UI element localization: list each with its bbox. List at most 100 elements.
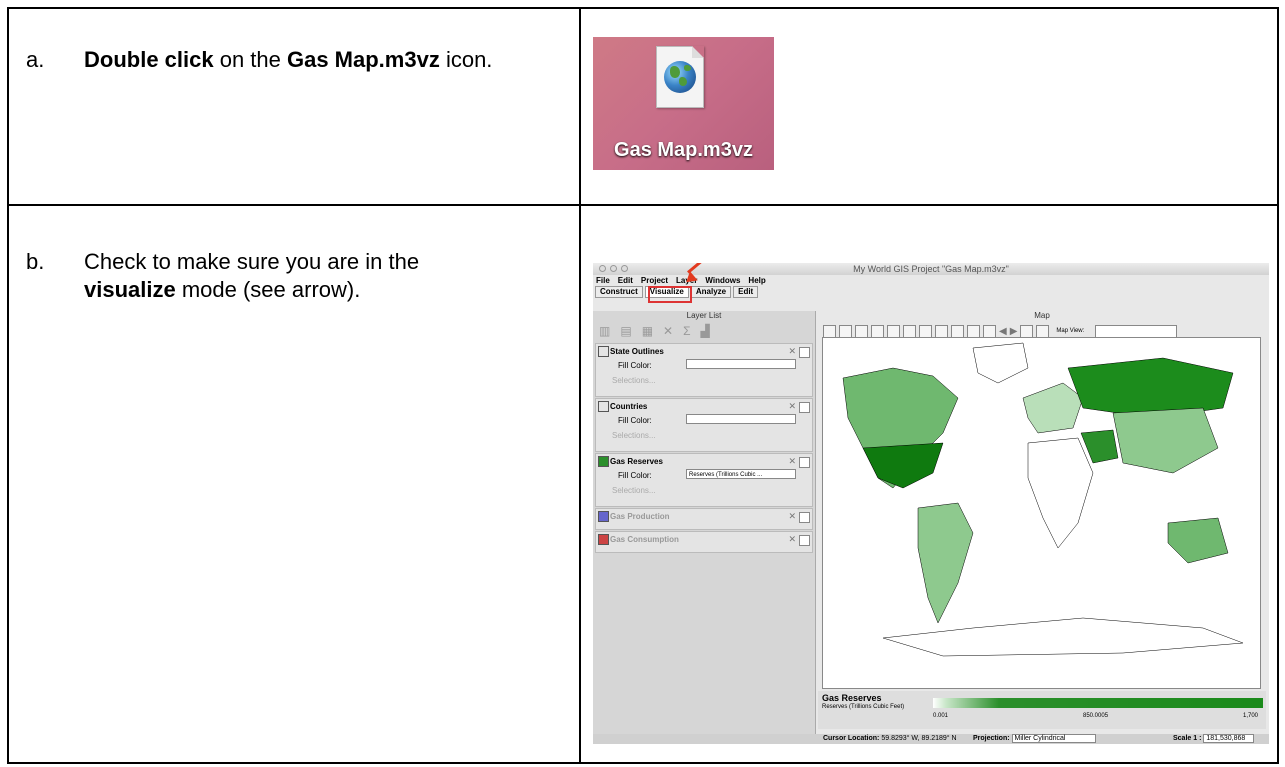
scale: Scale 1 : 181,530,868 — [1173, 734, 1255, 744]
step-b-letter: b. — [26, 249, 45, 274]
window-title: My World GIS Project "Gas Map.m3vz" — [853, 264, 1009, 274]
pointer-icon[interactable] — [823, 324, 836, 338]
layer-countries[interactable]: Countries ✕ Fill Color: Selections... — [595, 398, 813, 452]
globe-document-icon[interactable] — [656, 46, 704, 108]
legend-mid: 850.0005 — [1083, 713, 1109, 719]
layer-book-icon[interactable]: ▥ — [599, 324, 610, 338]
layer-grid-icon[interactable]: ▦ — [642, 324, 653, 338]
visibility-icon[interactable] — [799, 347, 810, 358]
measure-icon[interactable] — [935, 324, 948, 338]
layer-gas-production[interactable]: Gas Production ✕ — [595, 508, 813, 530]
layer-shape-icon — [598, 511, 609, 522]
step-a-text: Double click on the Gas Map.m3vz icon. — [84, 47, 493, 72]
menu-windows[interactable]: Windows — [705, 275, 740, 286]
remove-layer-icon[interactable]: ✕ — [663, 324, 673, 338]
usa — [862, 442, 944, 489]
layer-shape-icon — [598, 534, 609, 545]
layer-state-outlines[interactable]: State Outlines ✕ Fill Color: Selections.… — [595, 343, 813, 397]
row-divider — [9, 204, 1277, 206]
tab-analyze[interactable]: Analyze — [690, 286, 732, 298]
cursor-location: Cursor Location: 59.8293° W, 89.2189° N — [823, 735, 957, 742]
selections-toggle[interactable]: Selections... — [612, 431, 656, 440]
asia — [1112, 407, 1219, 474]
fill-color-label: Fill Color: — [618, 471, 652, 480]
zoom-window-button[interactable] — [621, 265, 628, 272]
hand-icon[interactable] — [855, 324, 868, 338]
layer-shape-icon — [598, 346, 609, 357]
layer-name: Gas Reserves — [610, 457, 663, 466]
layer-gas-consumption[interactable]: Gas Consumption ✕ — [595, 531, 813, 553]
lasso-icon[interactable] — [967, 324, 980, 338]
map-panel: Map ◀ ▶ Map View: Gas Reserves Reserves … — [818, 311, 1266, 734]
greenland — [972, 342, 1029, 384]
histogram-icon[interactable]: ▟ — [701, 324, 710, 338]
zoom-out-icon[interactable] — [903, 324, 916, 338]
map-view-select[interactable] — [1095, 324, 1178, 338]
step-b-text: Check to make sure you are in the visual… — [84, 249, 420, 302]
menu-project[interactable]: Project — [641, 275, 668, 286]
step-a-letter: a. — [26, 47, 45, 72]
layer-doc-icon[interactable]: ▤ — [620, 324, 631, 338]
layer-shape-icon — [598, 456, 609, 467]
legend-min: 0.001 — [933, 713, 949, 719]
desktop-background: Gas Map.m3vz — [593, 37, 774, 170]
selections-toggle[interactable]: Selections... — [612, 486, 656, 495]
remove-icon[interactable]: ✕ — [788, 511, 796, 522]
info-icon[interactable] — [839, 324, 852, 338]
menu-file[interactable]: File — [596, 275, 610, 286]
mode-tabs: Construct Visualize Analyze Edit — [593, 286, 1269, 298]
layer-name: State Outlines — [610, 347, 664, 356]
layer-name: Gas Production — [610, 512, 670, 521]
menu-help[interactable]: Help — [748, 275, 765, 286]
remove-icon[interactable]: ✕ — [788, 534, 796, 545]
tab-construct[interactable]: Construct — [595, 286, 643, 298]
fit-map-icon[interactable] — [1020, 324, 1034, 338]
menu-edit[interactable]: Edit — [618, 275, 633, 286]
russia — [1067, 357, 1234, 419]
sum-icon[interactable]: Σ — [683, 324, 690, 338]
fill-color-select[interactable] — [686, 359, 796, 369]
select-area-icon[interactable] — [951, 324, 964, 338]
visibility-icon[interactable] — [799, 457, 810, 468]
legend-color-ramp — [933, 698, 1263, 708]
visualize-highlight-box — [648, 286, 692, 303]
layer-list-panel: Layer List ▥ ▤ ▦ ✕ Σ ▟ State Outlines ✕ … — [593, 311, 816, 734]
projection: Projection: Miller Cylindrical — [973, 734, 1097, 744]
map-legend: Gas Reserves Reserves (Trillions Cubic F… — [818, 691, 1266, 729]
back-icon[interactable]: ◀ — [999, 326, 1007, 337]
clear-icon[interactable] — [1036, 324, 1050, 338]
layer-list-title: Layer List — [686, 311, 722, 320]
fill-color-select[interactable]: Reserves (Trillions Cubic ... — [686, 469, 796, 479]
layer-name: Gas Consumption — [610, 535, 679, 544]
minimize-window-button[interactable] — [610, 265, 617, 272]
forward-icon[interactable]: ▶ — [1010, 326, 1018, 337]
remove-icon[interactable]: ✕ — [788, 346, 796, 357]
legend-max: 1,700 — [1243, 713, 1259, 719]
zoom-extent-icon[interactable] — [919, 324, 932, 338]
remove-icon[interactable]: ✕ — [788, 456, 796, 467]
close-window-button[interactable] — [599, 265, 606, 272]
line-tool-icon[interactable] — [983, 324, 996, 338]
visibility-icon[interactable] — [799, 512, 810, 523]
visibility-icon[interactable] — [799, 535, 810, 546]
fill-color-select[interactable] — [686, 414, 796, 424]
remove-icon[interactable]: ✕ — [788, 401, 796, 412]
projection-select[interactable]: Miller Cylindrical — [1011, 734, 1097, 743]
layer-toolbar: ▥ ▤ ▦ ✕ Σ ▟ — [593, 320, 815, 342]
layer-gas-reserves[interactable]: Gas Reserves ✕ Fill Color: Reserves (Tri… — [595, 453, 813, 507]
south-america — [917, 502, 974, 624]
map-view-label: Map View: — [1056, 328, 1085, 334]
tab-edit[interactable]: Edit — [733, 286, 759, 298]
selections-toggle[interactable]: Selections... — [612, 376, 656, 385]
scale-input[interactable]: 181,530,868 — [1203, 734, 1255, 743]
map-canvas[interactable] — [822, 337, 1261, 689]
layer-name: Countries — [610, 402, 648, 411]
europe — [1022, 382, 1084, 434]
desktop-icon-label[interactable]: Gas Map.m3vz — [593, 139, 774, 162]
pan-icon[interactable] — [871, 324, 884, 338]
australia — [1167, 517, 1229, 564]
column-divider — [579, 9, 581, 762]
map-title: Map — [1034, 311, 1050, 320]
visibility-icon[interactable] — [799, 402, 810, 413]
zoom-in-icon[interactable] — [887, 324, 900, 338]
